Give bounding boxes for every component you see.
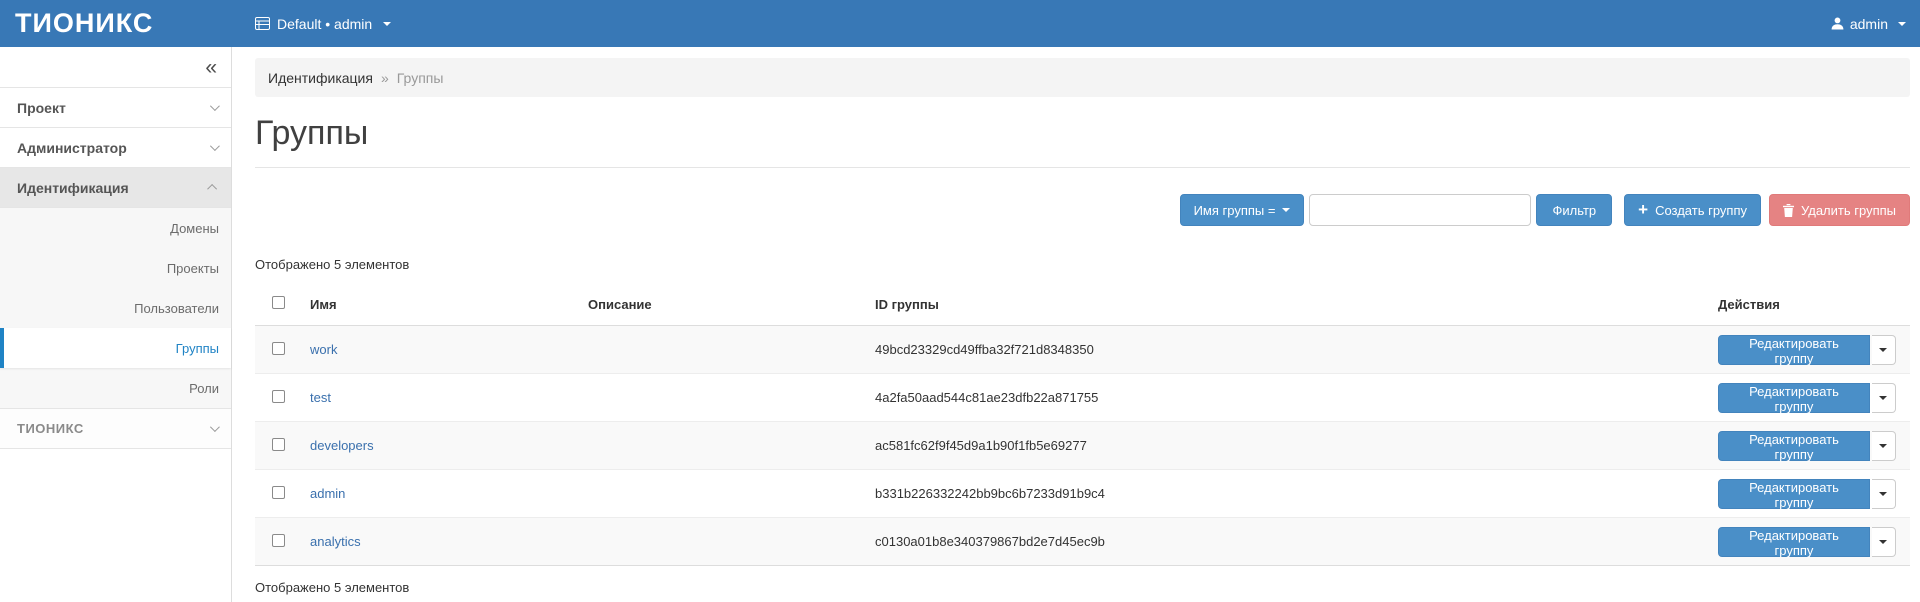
chevron-down-icon: [1879, 444, 1887, 448]
delete-groups-button[interactable]: Удалить группы: [1769, 194, 1910, 226]
group-description-cell: [580, 422, 867, 470]
group-id-cell: c0130a01b8e340379867bd2e7d45ec9b: [867, 518, 1710, 566]
page-title: Группы: [255, 114, 1910, 153]
column-header-actions: Действия: [1710, 286, 1910, 326]
context-switcher[interactable]: Default • admin: [232, 16, 391, 32]
create-group-button[interactable]: + Создать группу: [1624, 194, 1761, 226]
table-row: analytics c0130a01b8e340379867bd2e7d45ec…: [255, 518, 1910, 566]
row-checkbox[interactable]: [272, 534, 285, 547]
group-description-cell: [580, 374, 867, 422]
chevron-down-icon: [1879, 396, 1887, 400]
column-header-id[interactable]: ID группы: [867, 286, 1710, 326]
sidebar-section-admin[interactable]: Администратор: [0, 128, 231, 168]
chevron-down-icon: [1282, 208, 1290, 212]
chevron-down-icon: [1879, 348, 1887, 352]
breadcrumb: Идентификация » Группы: [255, 58, 1910, 97]
collapse-sidebar-icon[interactable]: «: [205, 57, 217, 78]
chevron-down-icon: [1898, 22, 1906, 26]
group-name-link[interactable]: developers: [310, 438, 374, 453]
group-description-cell: [580, 518, 867, 566]
sidebar-item-domains[interactable]: Домены: [0, 208, 231, 248]
table-summary-top: Отображено 5 элементов: [255, 257, 1910, 272]
breadcrumb-parent[interactable]: Идентификация: [268, 70, 373, 86]
top-header: ТИОНИКС Default • admin admin: [0, 0, 1920, 47]
table-summary-bottom: Отображено 5 элементов: [255, 580, 1910, 595]
row-checkbox[interactable]: [272, 438, 285, 451]
chevron-down-icon: [210, 101, 220, 111]
row-actions-dropdown-button[interactable]: [1872, 383, 1896, 413]
sidebar-collapse-row: «: [0, 47, 231, 88]
chevron-down-icon: [210, 422, 220, 432]
row-actions-dropdown-button[interactable]: [1872, 431, 1896, 461]
group-name-link[interactable]: test: [310, 390, 331, 405]
table-row: developers ac581fc62f9f45d9a1b90f1fb5e69…: [255, 422, 1910, 470]
user-menu[interactable]: admin: [1831, 16, 1920, 32]
group-id-cell: b331b226332242bb9bc6b7233d91b9c4: [867, 470, 1710, 518]
row-actions-dropdown-button[interactable]: [1872, 527, 1896, 557]
sidebar-section-project[interactable]: Проект: [0, 88, 231, 128]
breadcrumb-current: Группы: [397, 70, 444, 86]
edit-group-button[interactable]: Редактировать группу: [1718, 431, 1870, 461]
sidebar-section-tionix[interactable]: ТИОНИКС: [0, 409, 231, 449]
groups-table: Имя Описание ID группы Действия work 49b…: [255, 286, 1910, 566]
edit-group-button[interactable]: Редактировать группу: [1718, 383, 1870, 413]
filter-input[interactable]: [1309, 194, 1531, 226]
logo-box: ТИОНИКС: [0, 8, 232, 39]
user-label: admin: [1850, 16, 1888, 32]
table-body: work 49bcd23329cd49ffba32f721d8348350 Ре…: [255, 326, 1910, 566]
breadcrumb-separator: »: [381, 70, 389, 86]
filter-field-dropdown[interactable]: Имя группы =: [1180, 194, 1305, 226]
table-row: work 49bcd23329cd49ffba32f721d8348350 Ре…: [255, 326, 1910, 374]
sidebar-section-identity[interactable]: Идентификация: [0, 168, 231, 208]
projects-list-icon: [255, 17, 270, 30]
row-actions: Редактировать группу: [1718, 527, 1896, 557]
row-actions-dropdown-button[interactable]: [1872, 479, 1896, 509]
trash-icon: [1783, 204, 1794, 217]
brand-logo[interactable]: ТИОНИКС: [15, 8, 153, 38]
user-icon: [1831, 17, 1844, 30]
row-checkbox[interactable]: [272, 342, 285, 355]
filter-button[interactable]: Фильтр: [1536, 194, 1612, 226]
row-actions: Редактировать группу: [1718, 335, 1896, 365]
group-name-link[interactable]: analytics: [310, 534, 361, 549]
table-row: test 4a2fa50aad544c81ae23dfb22a871755 Ре…: [255, 374, 1910, 422]
sidebar: « Проект Администратор Идентификация Дом…: [0, 47, 232, 602]
sidebar-item-roles[interactable]: Роли: [0, 368, 231, 408]
plus-icon: +: [1638, 201, 1648, 218]
table-row: admin b331b226332242bb9bc6b7233d91b9c4 Р…: [255, 470, 1910, 518]
select-all-checkbox[interactable]: [272, 296, 285, 309]
title-divider: [255, 167, 1910, 168]
group-id-cell: ac581fc62f9f45d9a1b90f1fb5e69277: [867, 422, 1710, 470]
table-header-row: Имя Описание ID группы Действия: [255, 286, 1910, 326]
chevron-down-icon: [1879, 492, 1887, 496]
edit-group-button[interactable]: Редактировать группу: [1718, 335, 1870, 365]
row-checkbox[interactable]: [272, 486, 285, 499]
sidebar-item-projects[interactable]: Проекты: [0, 248, 231, 288]
row-actions: Редактировать группу: [1718, 383, 1896, 413]
column-header-name[interactable]: Имя: [302, 286, 580, 326]
filter-toolbar: Имя группы = Фильтр + Создать группу Уда…: [255, 194, 1910, 226]
chevron-down-icon: [210, 141, 220, 151]
chevron-up-icon: [207, 184, 217, 194]
row-actions: Редактировать группу: [1718, 479, 1896, 509]
group-name-link[interactable]: work: [310, 342, 337, 357]
chevron-down-icon: [383, 22, 391, 26]
group-id-cell: 4a2fa50aad544c81ae23dfb22a871755: [867, 374, 1710, 422]
edit-group-button[interactable]: Редактировать группу: [1718, 527, 1870, 557]
context-label: Default • admin: [277, 16, 372, 32]
group-name-link[interactable]: admin: [310, 486, 345, 501]
group-description-cell: [580, 470, 867, 518]
chevron-down-icon: [1879, 540, 1887, 544]
group-id-cell: 49bcd23329cd49ffba32f721d8348350: [867, 326, 1710, 374]
sidebar-item-users[interactable]: Пользователи: [0, 288, 231, 328]
sidebar-item-groups[interactable]: Группы: [0, 328, 231, 368]
edit-group-button[interactable]: Редактировать группу: [1718, 479, 1870, 509]
main-content: Идентификация » Группы Группы Имя группы…: [232, 47, 1920, 602]
row-actions: Редактировать группу: [1718, 431, 1896, 461]
row-checkbox[interactable]: [272, 390, 285, 403]
identity-submenu: Домены Проекты Пользователи Группы Роли: [0, 208, 231, 409]
column-header-description[interactable]: Описание: [580, 286, 867, 326]
row-actions-dropdown-button[interactable]: [1872, 335, 1896, 365]
group-description-cell: [580, 326, 867, 374]
